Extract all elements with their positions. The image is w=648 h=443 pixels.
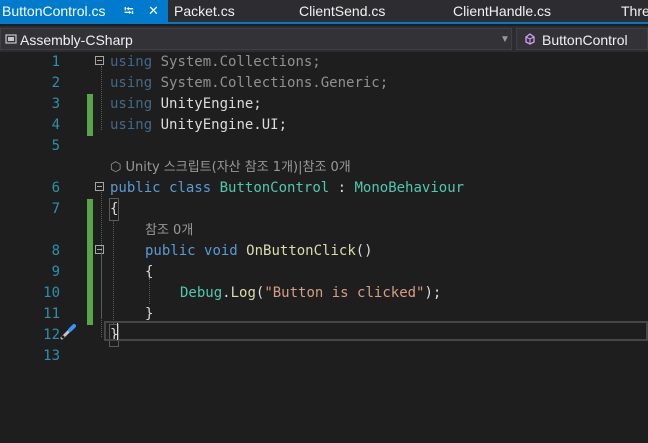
line-number: 4: [51, 117, 60, 133]
project-name: Assembly-CSharp: [20, 32, 133, 48]
tab-buttoncontrol[interactable]: ButtonControl.cs ⭾ ✕: [0, 0, 168, 22]
tab-label: ClientHandle.cs: [453, 3, 552, 19]
code-line: 5: [0, 136, 648, 157]
code-line: 7 {: [0, 198, 648, 221]
code-text: using UnityEngine.UI;: [110, 117, 288, 133]
line-number: 5: [51, 138, 60, 154]
code-line: 8 public void OnButtonClick(): [0, 241, 648, 262]
text-caret: [117, 323, 118, 340]
codelens[interactable]: ⬡ Unity 스크립트(자산 참조 1개)|참조 0개: [110, 157, 351, 178]
line-number: 13: [43, 348, 60, 364]
tab-clienthandle[interactable]: ClientHandle.cs: [453, 0, 583, 22]
codelens-row: ⬡ Unity 스크립트(자산 참조 1개)|참조 0개: [0, 157, 648, 178]
change-marker: [87, 304, 93, 325]
indent-guide: [149, 278, 150, 304]
change-marker: [87, 241, 93, 262]
code-line: 9 {: [0, 262, 648, 283]
code-line: 1 using System.Collections;: [0, 52, 648, 73]
project-dropdown[interactable]: Assembly-CSharp ▼: [0, 28, 512, 50]
tab-clientsend[interactable]: ClientSend.cs: [299, 0, 419, 22]
indent-guide: [113, 220, 114, 324]
tab-label: ButtonControl.cs: [2, 3, 106, 19]
code-text: using System.Collections.Generic;: [110, 75, 389, 91]
change-marker: [87, 283, 93, 304]
line-number: 9: [51, 264, 60, 280]
tab-label: ClientSend.cs: [299, 3, 386, 19]
change-marker: [87, 220, 93, 241]
collapse-icon[interactable]: [95, 56, 104, 65]
tab-label: Packet.cs: [174, 3, 235, 19]
change-marker: [87, 115, 93, 136]
line-number: 12: [43, 327, 60, 343]
codelens-row: 참조 0개: [0, 220, 648, 241]
code-text: Debug.Log("Button is clicked");: [180, 285, 442, 301]
change-marker: [87, 262, 93, 283]
screwdriver-icon[interactable]: [59, 324, 79, 340]
code-line: 10 Debug.Log("Button is clicked");: [0, 283, 648, 304]
class-dropdown[interactable]: ButtonControl: [516, 28, 648, 50]
code-line: 3 using UnityEngine;: [0, 94, 648, 115]
code-text: public class ButtonControl : MonoBehavio…: [110, 180, 465, 196]
code-line: 4 using UnityEngine.UI;: [0, 115, 648, 136]
line-number: 2: [51, 75, 60, 91]
code-line: 2 using System.Collections.Generic;: [0, 73, 648, 94]
editor-tab-bar: ButtonControl.cs ⭾ ✕ Packet.cs ClientSen…: [0, 0, 648, 24]
code-text: {: [108, 198, 120, 221]
unity-icon: ⬡: [110, 160, 122, 175]
project-icon: [5, 34, 17, 44]
outline-guide: [101, 252, 102, 318]
collapse-icon[interactable]: [95, 182, 104, 191]
close-icon[interactable]: ✕: [148, 0, 159, 22]
line-number: 10: [43, 285, 60, 301]
current-line-highlight: [104, 321, 648, 341]
change-marker: [87, 94, 93, 115]
pin-icon[interactable]: ⭾: [124, 0, 134, 22]
code-text: using UnityEngine;: [110, 96, 262, 112]
collapse-icon[interactable]: [95, 245, 104, 254]
codelens[interactable]: 참조 0개: [145, 220, 193, 241]
change-marker: [87, 199, 93, 220]
line-number: 8: [51, 243, 60, 259]
line-number: 1: [51, 54, 60, 70]
line-number: 6: [51, 180, 60, 196]
line-number: 7: [51, 201, 60, 217]
line-number: 11: [43, 306, 60, 322]
line-number: 3: [51, 96, 60, 112]
tab-thre[interactable]: Thre: [621, 0, 648, 22]
class-icon: [525, 33, 535, 45]
code-line: 6 public class ButtonControl : MonoBehav…: [0, 178, 648, 199]
chevron-down-icon: ▼: [500, 34, 510, 45]
code-editor[interactable]: 1 using System.Collections; 2 using Syst…: [0, 52, 648, 443]
tab-packet[interactable]: Packet.cs: [174, 0, 284, 22]
tab-label: Thre: [621, 3, 648, 19]
code-text: using System.Collections;: [110, 54, 321, 70]
code-line: 13: [0, 346, 648, 367]
class-name: ButtonControl: [542, 32, 628, 48]
code-text: public void OnButtonClick(): [145, 243, 373, 259]
outline-guide: [101, 66, 102, 130]
navigation-bar: Assembly-CSharp ▼ ButtonControl: [0, 26, 648, 52]
